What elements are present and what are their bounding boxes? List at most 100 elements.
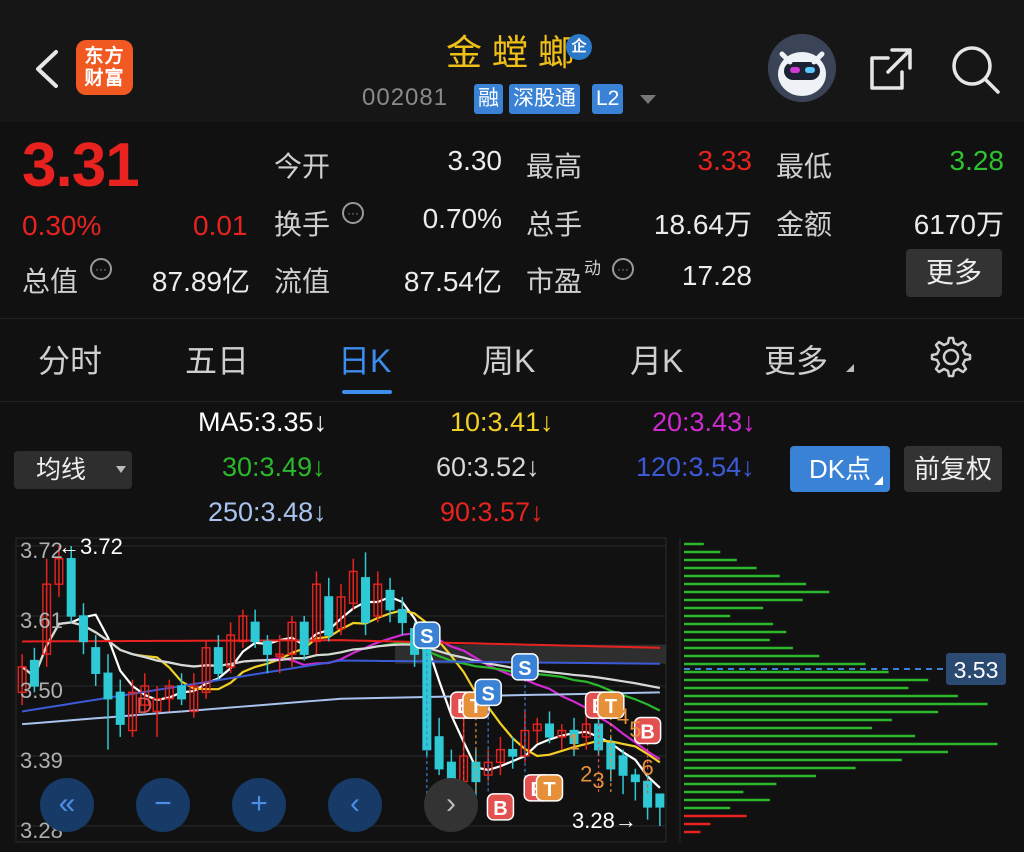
info-icon[interactable]: ··· bbox=[342, 202, 364, 224]
tab-daily-k[interactable]: 日K bbox=[338, 336, 391, 382]
total-cap-value: 87.89亿 bbox=[151, 266, 250, 297]
y-tick-label: 3.61 bbox=[20, 608, 63, 633]
volume-label: 总手 bbox=[526, 209, 583, 240]
count-label: 3 bbox=[592, 768, 604, 793]
candle-body bbox=[361, 577, 371, 624]
high-label: 最高 bbox=[526, 151, 583, 182]
ma10-legend: 10:3.41↓ bbox=[450, 407, 554, 437]
y-tick-label: 3.50 bbox=[20, 678, 63, 703]
candle-body bbox=[66, 558, 76, 617]
candle-body bbox=[397, 608, 407, 624]
tab-five-day[interactable]: 五日 bbox=[185, 336, 249, 382]
candle-body bbox=[250, 621, 260, 643]
enterprise-badge: 企 bbox=[566, 34, 592, 60]
tab-intraday[interactable]: 分时 bbox=[38, 336, 102, 382]
open-label: 今开 bbox=[274, 151, 331, 182]
change-percent: 0.30% bbox=[22, 210, 102, 241]
ma20-legend: 20:3.43↓ bbox=[652, 407, 756, 437]
indicator-select[interactable]: 均线 bbox=[14, 451, 132, 489]
pe-value: 17.28 bbox=[681, 260, 752, 291]
low-label: 最低 bbox=[776, 151, 833, 182]
share-icon[interactable] bbox=[866, 44, 916, 94]
ma120-legend: 120:3.54↓ bbox=[636, 452, 755, 482]
prev-icon[interactable]: ‹ bbox=[328, 778, 382, 832]
candle-body bbox=[91, 647, 101, 674]
zoom-out-icon[interactable]: − bbox=[136, 778, 190, 832]
count-label: 1 bbox=[568, 730, 580, 755]
d-marker-label: D bbox=[137, 693, 153, 718]
signal-label: T bbox=[543, 779, 555, 801]
count-label: 6 bbox=[641, 755, 653, 780]
more-stats-button[interactable]: 更多 bbox=[906, 249, 1002, 297]
candle-body bbox=[78, 615, 88, 643]
active-tab-indicator bbox=[342, 390, 392, 394]
signal-label: T bbox=[605, 696, 617, 718]
y-tick-label: 3.72 bbox=[20, 538, 63, 563]
float-cap-label: 流值 bbox=[274, 266, 331, 297]
stock-name: 金螳螂 bbox=[445, 32, 584, 73]
signal-label: S bbox=[518, 658, 531, 680]
corner-caret-icon bbox=[874, 476, 883, 485]
pe-dynamic-sup: 动 bbox=[584, 259, 601, 278]
count-label: 5 bbox=[629, 717, 641, 742]
y-tick-label: 3.39 bbox=[20, 748, 63, 773]
forward-adjust-button[interactable]: 前复权 bbox=[904, 446, 1002, 492]
candle-body bbox=[262, 640, 272, 655]
candle-body bbox=[324, 596, 334, 636]
volume-profile: 3.53 bbox=[684, 542, 1006, 834]
signal-label: B bbox=[493, 798, 507, 820]
count-label: 4 bbox=[617, 704, 629, 729]
candle-body bbox=[103, 672, 113, 700]
high-value: 3.33 bbox=[697, 145, 753, 176]
ma250-legend: 250:3.48↓ bbox=[208, 497, 327, 527]
fast-back-icon[interactable]: « bbox=[40, 778, 94, 832]
search-icon[interactable] bbox=[948, 42, 1002, 96]
signal-label: B bbox=[640, 722, 654, 744]
cost-value: 3.53 bbox=[954, 657, 999, 683]
settings-gear-icon[interactable] bbox=[930, 336, 972, 378]
candle-body bbox=[508, 748, 518, 757]
min-price-label: 3.28→ bbox=[572, 808, 637, 833]
info-icon[interactable]: ··· bbox=[90, 258, 112, 280]
ma5-legend: MA5:3.35↓ bbox=[198, 407, 328, 437]
signal-label: S bbox=[420, 626, 433, 648]
eastmoney-logo: 东方 财富 bbox=[76, 40, 133, 95]
tab-more[interactable]: 更多 bbox=[764, 336, 828, 382]
robot-icon bbox=[768, 34, 836, 102]
turnover-value: 0.70% bbox=[422, 203, 502, 234]
tag-margin: 融 bbox=[474, 84, 503, 114]
ma30-legend: 30:3.49↓ bbox=[222, 452, 326, 482]
corner-caret-icon bbox=[846, 364, 854, 372]
dk-point-button[interactable]: DK点 bbox=[790, 446, 890, 492]
tag-shenzhen-connect: 深股通 bbox=[509, 84, 580, 114]
tab-weekly-k[interactable]: 周K bbox=[482, 336, 535, 382]
candle-body bbox=[299, 621, 309, 655]
amount-value: 6170万 bbox=[913, 209, 1004, 240]
max-price-label: ←3.72 bbox=[58, 536, 123, 559]
candle-body bbox=[544, 723, 554, 738]
count-label: 2 bbox=[580, 761, 592, 786]
chevron-left-icon[interactable] bbox=[30, 46, 64, 92]
candle-body bbox=[115, 691, 125, 725]
low-value: 3.28 bbox=[949, 145, 1005, 176]
chevron-down-icon bbox=[116, 466, 126, 473]
pe-label: 市盈 bbox=[526, 266, 583, 297]
ma60-legend: 60:3.52↓ bbox=[436, 452, 540, 482]
zoom-in-icon[interactable]: + bbox=[232, 778, 286, 832]
volume-value: 18.64万 bbox=[653, 209, 752, 240]
robot-avatar[interactable] bbox=[768, 34, 836, 102]
next-icon[interactable]: › bbox=[424, 778, 478, 832]
ma90-legend: 90:3.57↓ bbox=[440, 497, 544, 527]
candle-body bbox=[434, 736, 444, 770]
ma20-line bbox=[21, 621, 661, 761]
candle-body bbox=[177, 685, 187, 700]
turnover-label: 换手 bbox=[274, 209, 331, 240]
logo-line2: 财富 bbox=[84, 67, 125, 89]
current-price: 3.31 bbox=[22, 131, 140, 200]
chevron-down-icon[interactable] bbox=[640, 95, 656, 104]
tab-monthly-k[interactable]: 月K bbox=[630, 336, 683, 382]
logo-line1: 东方 bbox=[84, 45, 125, 67]
open-value: 3.30 bbox=[447, 145, 503, 176]
stock-code: 002081 bbox=[362, 84, 449, 111]
amount-label: 金额 bbox=[776, 209, 833, 240]
